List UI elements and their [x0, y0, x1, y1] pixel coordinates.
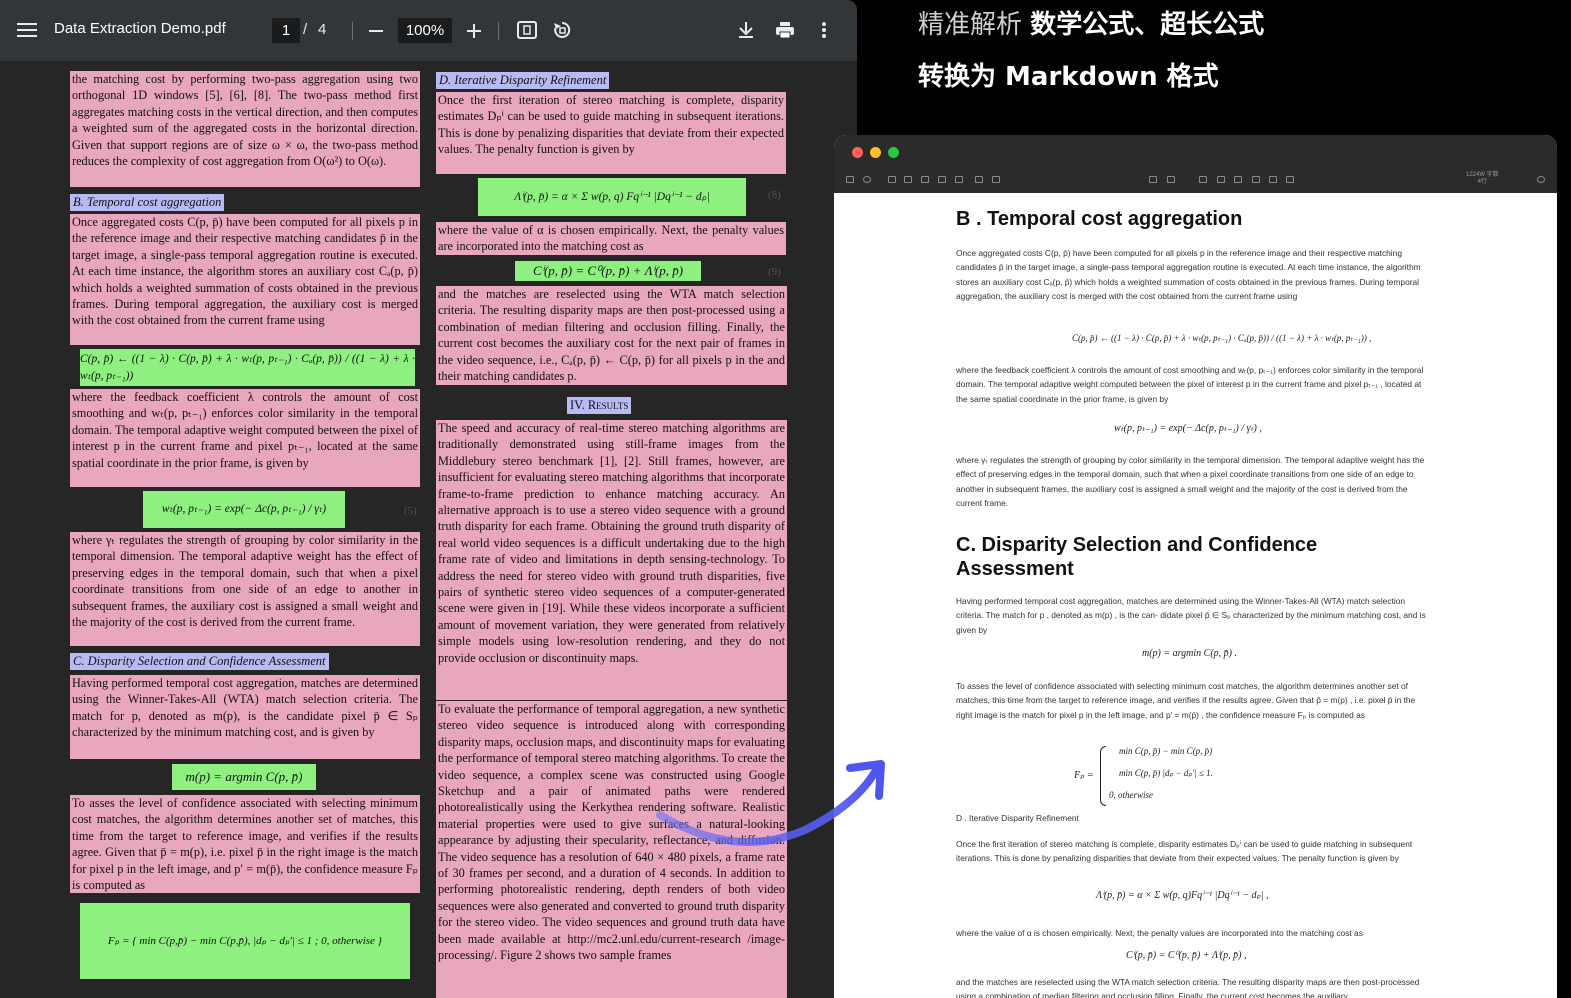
window-titlebar: 1224W 字数 4行: [834, 135, 1557, 193]
minimize-window-button[interactable]: [870, 147, 881, 158]
toolbar-icon[interactable]: [1234, 176, 1242, 183]
paragraph-block: Once the first iteration of stereo match…: [436, 92, 786, 174]
paragraph-block: To asses the level of confidence associa…: [70, 795, 420, 893]
pdf-toolbar: Data Extraction Demo.pdf 1 / 4 100%: [0, 0, 857, 61]
equation: Cⁱ(p, p̄) = C⁰(p, p̄) + Λⁱ(p, p̄) ,: [1126, 950, 1247, 961]
toolbar-icon[interactable]: [846, 176, 854, 183]
paragraph-block: Once aggregated costs C(p, p̄) have been…: [70, 214, 420, 345]
section-title: D. Iterative Disparity Refinement: [436, 72, 610, 89]
rotate-icon[interactable]: [548, 16, 576, 44]
equation-block: wₜ(p, pₜ₋₁) = exp(− Δc(p, pₜ₋₁) / γₜ): [143, 491, 345, 528]
toolbar-icon[interactable]: [1286, 176, 1294, 183]
toolbar-icon[interactable]: [1269, 176, 1277, 183]
paragraph-block: and the matches are reselected using the…: [436, 286, 787, 385]
equation-number: (9): [768, 266, 781, 278]
close-window-button[interactable]: [852, 147, 863, 158]
paragraph: Once the first iteration of stereo match…: [956, 839, 1413, 864]
page-number-input[interactable]: 1: [272, 18, 300, 43]
equation: wₜ(p, pₜ₋₁) = exp(− Δc(p, pₜ₋₁) / γₜ) ,: [1114, 423, 1262, 434]
paragraph-block: where the value of α is chosen empirical…: [436, 222, 786, 255]
settings-icon[interactable]: [1537, 176, 1545, 183]
toolbar-icon[interactable]: [1167, 176, 1175, 183]
equation-block: Fₚ = { min C(p,p̄) − min C(p,p̄), |dₚ − …: [80, 903, 410, 979]
equation-number: (8): [768, 189, 781, 201]
equation: m(p) = argmin C(p, p̄) .: [1142, 648, 1237, 659]
word-count-line: 1224W 字数: [1466, 172, 1499, 178]
section-title: C. Disparity Selection and Confidence As…: [70, 653, 329, 670]
toolbar-icon[interactable]: [975, 176, 983, 183]
paragraph: Once aggregated costs C(p, p̄) have been…: [956, 248, 1421, 301]
toolbar-icon[interactable]: [1149, 176, 1157, 183]
paragraph: where the value of α is chosen empirical…: [956, 928, 1363, 938]
markdown-editor-window: 1224W 字数 4行 B . Temporal cost aggregatio…: [834, 135, 1557, 998]
equation-case: 0, otherwise: [1109, 790, 1153, 800]
paragraph-block: where γₜ regulates the strength of group…: [70, 532, 420, 646]
heading-temporal-cost-aggregation: B . Temporal cost aggregation: [956, 208, 1243, 230]
page-total: 4: [318, 21, 327, 38]
heading-iterative-disparity: D . Iterative Disparity Refinement: [956, 813, 1079, 823]
equation-brace: [1100, 746, 1106, 806]
paragraph: Having performed temporal cost aggregati…: [956, 596, 1426, 635]
toolbar-icon[interactable]: [992, 176, 1000, 183]
heading-disparity-selection: C. Disparity Selection and Confidence As…: [956, 534, 1318, 580]
toolbar-divider: [352, 22, 353, 40]
fit-page-icon[interactable]: [513, 16, 541, 44]
download-icon[interactable]: [732, 16, 760, 44]
paragraph: where the feedback coefficient λ control…: [956, 365, 1424, 404]
zoom-in-icon[interactable]: [460, 17, 488, 45]
caption-line-1: 精准解析 数学公式、超长公式: [918, 4, 1264, 41]
zoom-out-icon[interactable]: [362, 17, 390, 45]
equation-case: min C(p, p̄) − min C(p, p̄): [1119, 746, 1213, 756]
page-separator: /: [303, 21, 308, 38]
toolbar-icon[interactable]: [921, 176, 929, 183]
markdown-preview[interactable]: B . Temporal cost aggregation Once aggre…: [834, 193, 1557, 998]
word-count-display: 1224W 字数 4行: [1466, 172, 1499, 186]
paragraph-block: Having performed temporal cost aggregati…: [70, 675, 420, 759]
line-count-line: 4行: [1477, 179, 1488, 185]
paragraph: where γₜ regulates the strength of group…: [956, 455, 1425, 508]
pdf-page-area[interactable]: the matching cost by performing two-pass…: [0, 61, 857, 998]
print-icon[interactable]: [771, 16, 799, 44]
toolbar-icon[interactable]: [904, 176, 912, 183]
equation-block: Λⁱ(p, p̄) = α × Σ w(p, q) Fqⁱ⁻¹ |Dqⁱ⁻¹ −…: [478, 178, 746, 216]
maximize-window-button[interactable]: [888, 147, 899, 158]
equation: Λⁱ(p, p̄) = α × Σ w(p, q)Fqⁱ⁻¹ |Dqⁱ⁻¹ − …: [1096, 890, 1269, 901]
equation: C(p, p̄) ← ((1 − λ) · C(p, p̄) + λ · wₜ(…: [1072, 333, 1372, 343]
toolbar-icon[interactable]: [1252, 176, 1260, 183]
more-options-icon[interactable]: [810, 16, 838, 44]
equation-number: (5): [404, 505, 417, 517]
section-title: IV. Results: [567, 397, 632, 414]
paragraph-block: the matching cost by performing two-pass…: [70, 71, 420, 187]
toolbar-divider: [498, 22, 499, 40]
equation-block: Cⁱ(p, p̄) = C⁰(p, p̄) + Λⁱ(p, p̄): [515, 261, 701, 281]
document-title: Data Extraction Demo.pdf: [54, 20, 226, 37]
toolbar-icon[interactable]: [938, 176, 946, 183]
conversion-arrow-icon: [656, 760, 885, 846]
toolbar-icon[interactable]: [1217, 176, 1225, 183]
caption-line-2: 转换为 Markdown 格式: [918, 56, 1219, 93]
paragraph-block: The speed and accuracy of real-time ster…: [436, 420, 787, 700]
zoom-level-input[interactable]: 100%: [398, 18, 452, 43]
toolbar-icon[interactable]: [955, 176, 963, 183]
toolbar-icon[interactable]: [1199, 176, 1207, 183]
paragraph: To asses the level of confidence associa…: [956, 681, 1416, 720]
search-icon[interactable]: [863, 176, 871, 183]
menu-icon[interactable]: [13, 16, 41, 44]
equation-block: C(p, p̄) ← ((1 − λ) · C(p, p̄) + λ · wₜ(…: [80, 349, 415, 386]
section-title: B. Temporal cost aggregation: [70, 194, 225, 211]
toolbar-icon[interactable]: [888, 176, 896, 183]
equation-block: m(p) = argmin C(p, p̄): [172, 764, 316, 790]
equation-case: min C(p, p̄) |dₚ − dₚ′| ≤ 1.: [1119, 768, 1213, 778]
caption-bold-text: 数学公式、超长公式: [1030, 10, 1265, 40]
equation-lhs: Fₚ =: [1074, 770, 1094, 781]
paragraph-block: where the feedback coefficient λ control…: [70, 389, 420, 487]
paragraph: and the matches are reselected using the…: [956, 977, 1420, 998]
caption-bold-text: 转换为 Markdown 格式: [918, 62, 1219, 92]
caption-light-text: 精准解析: [918, 10, 1023, 40]
